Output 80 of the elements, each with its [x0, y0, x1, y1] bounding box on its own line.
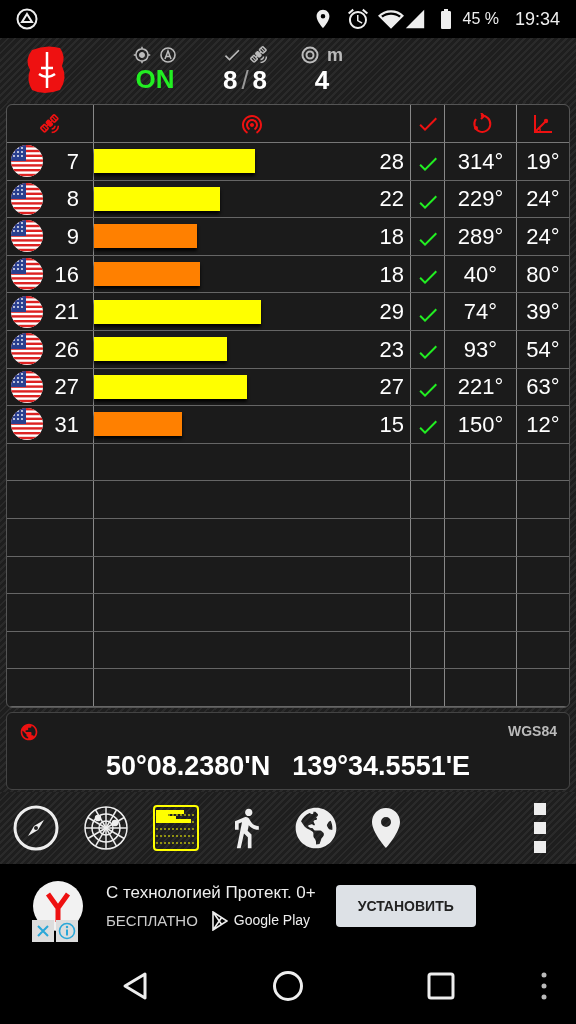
ad-price: БЕСПЛАТНО [106, 910, 198, 931]
flag-icon [10, 181, 44, 216]
signal-bars-icon [153, 805, 199, 851]
gps-fix-icon [133, 46, 151, 64]
auto-mode-icon [159, 46, 177, 64]
accuracy-icon [301, 46, 319, 64]
toolbar-button[interactable] [82, 804, 130, 852]
prn-number: 31 [54, 410, 79, 439]
elevation-value: 39° [526, 298, 560, 327]
back-icon[interactable] [121, 971, 150, 1001]
close-icon [36, 924, 50, 938]
elevation-value: 80° [526, 260, 560, 289]
alarm-icon [346, 7, 371, 31]
in-view-count: 8 [252, 65, 268, 95]
azimuth-value: 221° [457, 373, 504, 402]
flag-icon [10, 407, 44, 442]
prn-number: 7 [66, 147, 79, 176]
longitude: 139°34.5551'E [292, 750, 471, 783]
flag-icon [10, 257, 44, 292]
latitude: 50°08.2380'N [105, 750, 271, 783]
prn-number: 27 [54, 373, 79, 402]
more-options-icon[interactable] [540, 971, 548, 1001]
elevation-column-icon [532, 112, 554, 135]
globe-icon [19, 721, 39, 742]
toolbar-button[interactable] [152, 804, 200, 852]
info-icon [58, 922, 76, 940]
azimuth-value: 289° [457, 223, 504, 251]
play-store-icon [211, 910, 228, 931]
compass-icon [13, 805, 59, 851]
toolbar-button[interactable] [12, 804, 60, 852]
elevation-value: 24° [526, 185, 560, 214]
accuracy-unit: m [327, 45, 343, 65]
home-icon[interactable] [272, 970, 304, 1002]
cellular-signal-icon [404, 8, 427, 30]
snr-value: 18 [379, 260, 405, 289]
elevation-value: 24° [526, 223, 560, 251]
prn-number: 26 [54, 335, 79, 364]
snr-value: 29 [379, 298, 405, 327]
prn-number: 21 [54, 298, 79, 327]
battery-percent: 45 % [462, 9, 499, 29]
elevation-value: 63° [526, 373, 560, 402]
snr-value: 22 [379, 185, 405, 214]
clock: 19:34 [514, 7, 560, 31]
fix-status: ON [135, 64, 175, 94]
azimuth-value: 74° [463, 298, 498, 327]
recents-icon[interactable] [426, 972, 455, 1000]
snr-value: 23 [379, 335, 405, 364]
flag-icon [10, 332, 44, 367]
snr-value: 18 [379, 223, 405, 251]
azimuth-value: 93° [463, 335, 498, 364]
flag-icon [10, 144, 44, 179]
datum-label: WGS84 [508, 722, 557, 741]
elevation-value: 19° [526, 147, 560, 176]
store-name: Google Play [233, 911, 311, 931]
prn-number: 9 [66, 223, 79, 251]
flag-icon [10, 294, 44, 329]
flag-icon [10, 369, 44, 404]
satellite-icon [250, 46, 268, 64]
install-button[interactable]: УСТАНОВИТЬ [335, 885, 476, 927]
prn-number: 8 [66, 185, 79, 214]
azimuth-value: 150° [457, 410, 504, 439]
azimuth-value: 314° [457, 147, 504, 176]
count-separator: / [241, 65, 249, 95]
overflow-menu-button[interactable] [534, 803, 548, 853]
snr-value: 28 [379, 147, 405, 176]
snr-value: 15 [379, 410, 405, 439]
elevation-value: 12° [526, 410, 560, 439]
azimuth-value: 229° [457, 185, 504, 214]
accuracy-value: 4 [314, 65, 330, 95]
prn-number: 16 [54, 260, 79, 289]
snr-value: 27 [379, 373, 405, 402]
used-count: 8 [222, 65, 238, 95]
satellite-column-icon [40, 113, 60, 134]
flag-icon [10, 219, 44, 254]
app-notification-icon [16, 8, 38, 30]
globe-icon [295, 807, 337, 849]
azimuth-value: 40° [463, 260, 498, 289]
sky-view-icon [83, 805, 129, 851]
ad-title: С технологией Протект. 0+ [106, 882, 316, 904]
elevation-value: 54° [526, 335, 560, 364]
